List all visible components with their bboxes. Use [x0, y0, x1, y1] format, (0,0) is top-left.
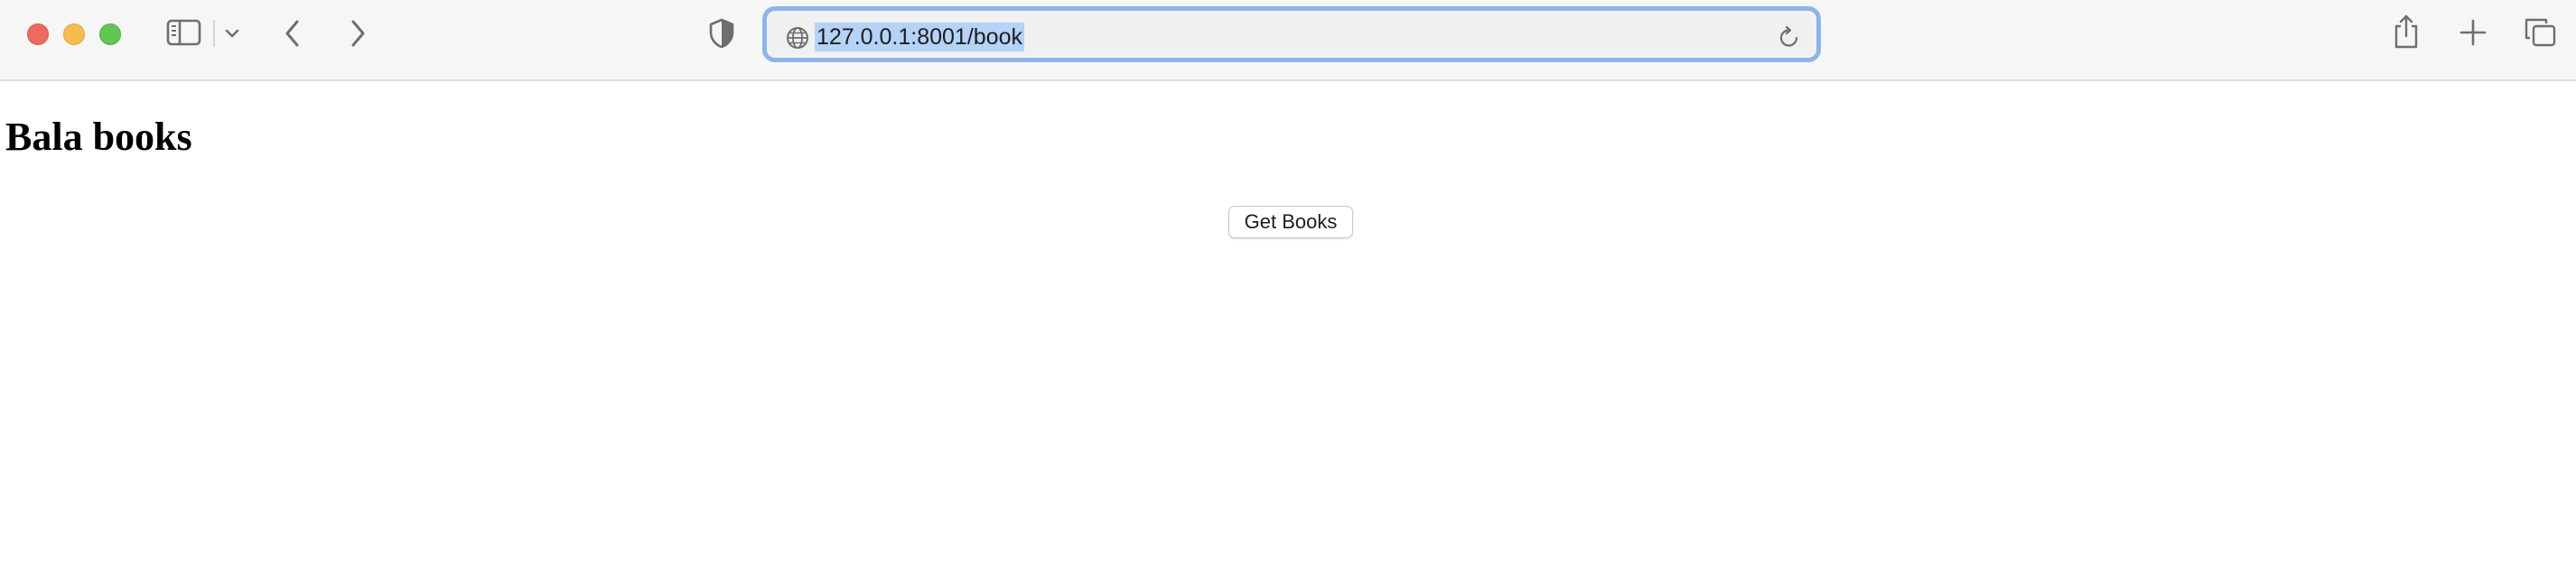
address-field[interactable]: 127.0.0.1:8001/book: [770, 14, 1814, 55]
get-books-button[interactable]: Get Books: [1228, 206, 1353, 238]
window-maximize-button[interactable]: [99, 23, 121, 45]
tabs-overview-icon[interactable]: [2524, 16, 2558, 49]
sidebar-icon[interactable]: [166, 18, 202, 47]
window-minimize-button[interactable]: [63, 23, 85, 45]
window-close-button[interactable]: [27, 23, 49, 45]
plus-icon[interactable]: [2459, 18, 2487, 47]
url-text[interactable]: 127.0.0.1:8001/book: [815, 23, 1024, 51]
reload-icon[interactable]: [1778, 24, 1801, 50]
chevron-left-icon[interactable]: [282, 18, 303, 49]
share-icon[interactable]: [2392, 13, 2421, 51]
page-title: Bala books: [5, 115, 192, 159]
globe-icon: [787, 27, 808, 49]
chevron-right-icon[interactable]: [347, 18, 369, 49]
shield-icon[interactable]: [708, 18, 735, 49]
address-bar[interactable]: 127.0.0.1:8001/book: [762, 6, 1821, 62]
chevron-down-icon[interactable]: [224, 27, 240, 40]
toolbar-divider: [213, 20, 215, 47]
browser-toolbar: 127.0.0.1:8001/book: [0, 0, 2576, 81]
